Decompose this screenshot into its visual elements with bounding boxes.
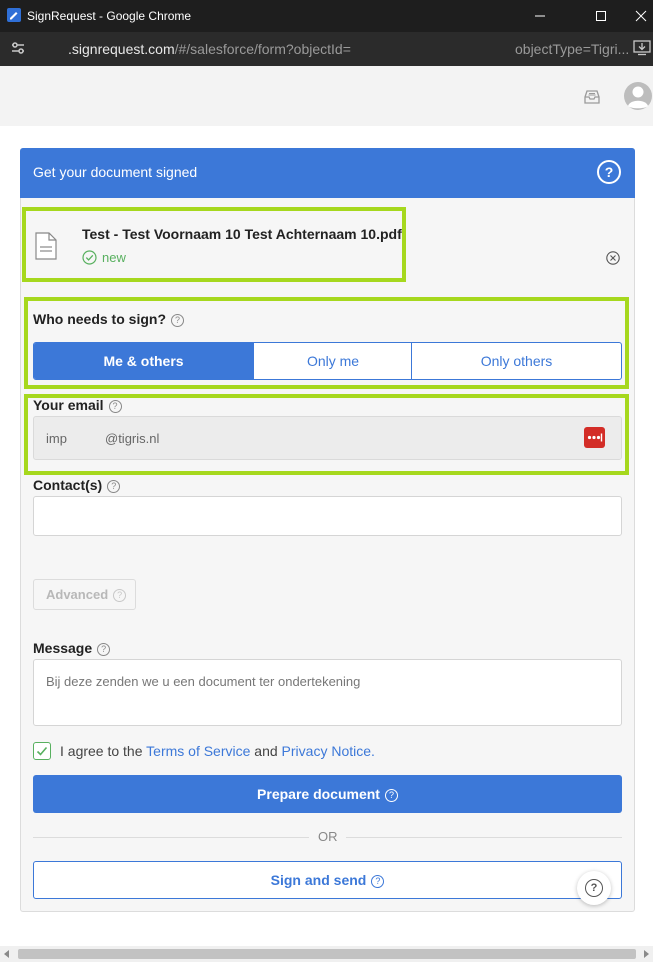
address-bar[interactable]: .signrequest.com/#/salesforce/form?objec… bbox=[0, 32, 653, 66]
install-app-icon[interactable] bbox=[633, 40, 651, 59]
horizontal-scrollbar[interactable] bbox=[0, 946, 653, 962]
highlight-email bbox=[24, 394, 629, 475]
scroll-right-icon[interactable] bbox=[644, 950, 649, 958]
highlight-file bbox=[22, 207, 406, 282]
advanced-button[interactable]: Advanced? bbox=[33, 579, 136, 610]
advanced-label: Advanced bbox=[46, 587, 109, 602]
minimize-icon[interactable] bbox=[517, 0, 563, 32]
message-value: Bij deze zenden we u een document ter on… bbox=[46, 674, 361, 689]
floating-help-button[interactable]: ? bbox=[577, 871, 611, 905]
sign-and-send-label: Sign and send bbox=[270, 872, 367, 888]
highlight-who-sign bbox=[24, 297, 629, 389]
prepare-document-button[interactable]: Prepare document? bbox=[33, 775, 622, 813]
site-settings-icon[interactable] bbox=[10, 41, 26, 58]
user-avatar-icon[interactable] bbox=[623, 81, 653, 111]
signrequest-app-icon bbox=[7, 8, 21, 22]
close-icon[interactable] bbox=[618, 0, 653, 32]
window-titlebar: SignRequest - Google Chrome bbox=[0, 0, 653, 32]
window-title: SignRequest - Google Chrome bbox=[27, 9, 192, 23]
or-divider-right bbox=[346, 837, 622, 838]
terms-link[interactable]: Terms of Service bbox=[146, 743, 250, 759]
prepare-document-label: Prepare document bbox=[257, 786, 380, 802]
scrollbar-thumb[interactable] bbox=[18, 949, 636, 959]
app-header bbox=[0, 66, 653, 126]
privacy-link[interactable]: Privacy Notice. bbox=[282, 743, 375, 759]
agree-checkbox[interactable] bbox=[33, 742, 51, 760]
sign-send-help-icon: ? bbox=[371, 875, 385, 888]
agree-and: and bbox=[254, 743, 278, 759]
contacts-label: Contact(s)? bbox=[33, 477, 121, 493]
sign-and-send-button[interactable]: Sign and send? bbox=[33, 861, 622, 899]
agree-prefix: I agree to the bbox=[60, 743, 143, 759]
question-icon: ? bbox=[585, 879, 603, 897]
card-title: Get your document signed bbox=[33, 164, 198, 180]
remove-file-icon[interactable] bbox=[606, 251, 620, 265]
url-host: .signrequest.com bbox=[68, 41, 175, 57]
message-label: Message? bbox=[33, 640, 111, 656]
url-path: /#/salesforce/form?objectId= bbox=[174, 41, 351, 57]
advanced-help-icon: ? bbox=[113, 589, 127, 602]
url-text[interactable]: .signrequest.com/#/salesforce/form?objec… bbox=[68, 41, 351, 57]
url-path-tail: objectType=Tigri... bbox=[515, 41, 630, 57]
contacts-help-icon[interactable]: ? bbox=[107, 480, 121, 493]
contacts-input[interactable] bbox=[33, 496, 622, 536]
help-icon[interactable]: ? bbox=[597, 160, 621, 184]
inbox-icon[interactable] bbox=[583, 88, 601, 111]
prepare-help-icon: ? bbox=[384, 789, 398, 802]
contacts-label-text: Contact(s) bbox=[33, 477, 103, 493]
message-textarea[interactable]: Bij deze zenden we u een document ter on… bbox=[33, 659, 622, 726]
card-header: Get your document signed ? bbox=[20, 148, 635, 198]
scroll-left-icon[interactable] bbox=[4, 950, 9, 958]
or-divider-left bbox=[33, 837, 309, 838]
message-help-icon[interactable]: ? bbox=[97, 643, 111, 656]
agree-text: I agree to the Terms of Service and Priv… bbox=[60, 743, 375, 759]
message-label-text: Message bbox=[33, 640, 93, 656]
or-text: OR bbox=[318, 829, 338, 844]
